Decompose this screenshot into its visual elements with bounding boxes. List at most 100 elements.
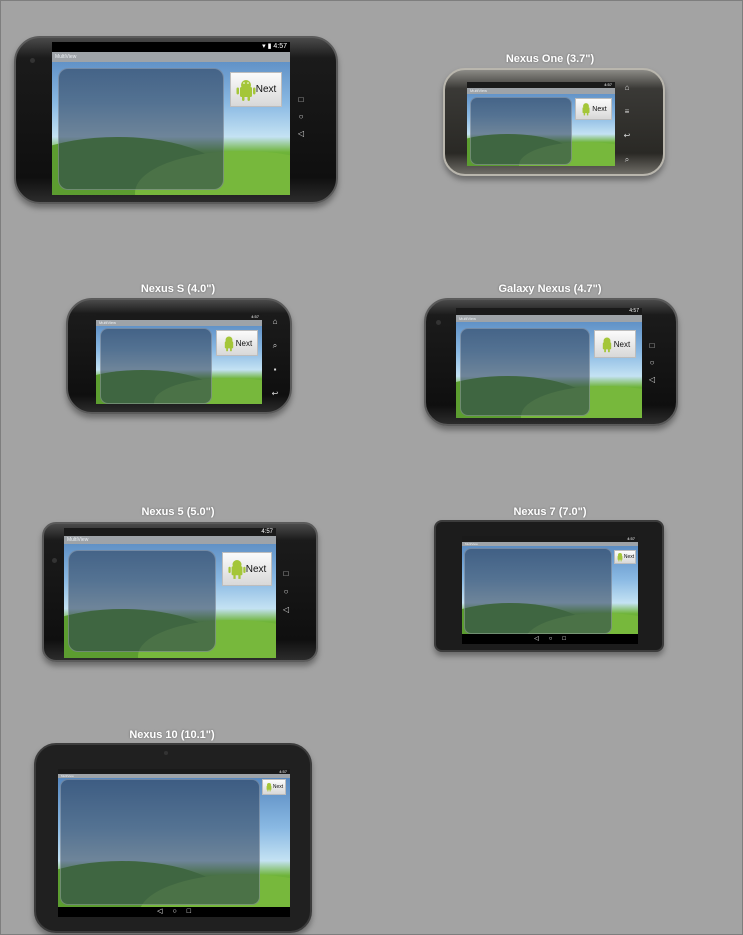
android-robot-icon xyxy=(224,336,233,351)
nav-buttons: □ ○ ◁ xyxy=(280,570,292,614)
device-nexus-one: 4:57 MultiView Next ⌂ ≡ ↩ ⌕ xyxy=(443,68,665,176)
device-label-nexus-10: Nexus 10 (10.1") xyxy=(129,729,215,741)
device-galaxy-nexus: 4:57 MultiView Next □ ○ ◁ xyxy=(424,298,678,426)
app-title: MultiView xyxy=(99,320,117,325)
next-button-label: Next xyxy=(613,339,631,349)
next-button[interactable]: Next xyxy=(575,98,612,120)
app-title: MultiView xyxy=(470,88,488,93)
content-panel xyxy=(470,97,572,165)
content-panel xyxy=(460,328,590,416)
back-icon[interactable]: ◁ xyxy=(534,635,539,643)
device-label-nexus-7: Nexus 7 (7.0") xyxy=(513,506,587,518)
action-bar: MultiView xyxy=(462,542,638,546)
device-nexus-5: 4:57 MultiView Next □ ○ ◁ xyxy=(42,522,318,662)
back-icon[interactable]: ◁ xyxy=(157,908,162,916)
back-icon[interactable]: ◁ xyxy=(298,130,304,138)
device-nexus-10: 4:57 MultiView Next ◁ ○ □ xyxy=(34,743,312,933)
device-screen: 4:57 MultiView Next xyxy=(64,528,276,658)
home-icon[interactable]: ○ xyxy=(650,359,655,367)
app-title: MultiView xyxy=(61,774,74,778)
android-robot-icon xyxy=(617,553,623,562)
status-time: 4:57 xyxy=(604,82,612,87)
recents-icon[interactable]: □ xyxy=(299,96,304,104)
device-screen: 4:57 MultiView Next xyxy=(456,308,642,418)
front-camera xyxy=(30,58,35,63)
action-bar: MultiView xyxy=(467,88,615,94)
next-button-label: Next xyxy=(272,784,284,790)
next-button-label: Next xyxy=(235,338,253,348)
recents-icon[interactable]: □ xyxy=(284,570,289,578)
action-bar: MultiView xyxy=(52,52,290,62)
device-screen: 4:57 MultiView Next xyxy=(96,314,262,404)
nav-buttons: ⌂ ⌕ ▪ ↩ xyxy=(269,318,281,398)
battery-icon: ▮ xyxy=(267,43,272,50)
back-icon[interactable]: ◁ xyxy=(283,606,289,614)
nav-buttons: ⌂ ≡ ↩ ⌕ xyxy=(621,84,633,164)
action-bar: MultiView xyxy=(456,315,642,322)
next-button[interactable]: Next xyxy=(262,779,286,795)
next-button-label: Next xyxy=(245,563,267,575)
menu-icon[interactable]: ≡ xyxy=(625,108,630,116)
front-camera xyxy=(164,751,168,755)
device-screen: 4:57 MultiView Next xyxy=(467,82,615,166)
device-screen: 4:57 MultiView Next ◁ ○ □ xyxy=(58,769,290,917)
search-icon[interactable]: ⌕ xyxy=(625,156,629,164)
next-button[interactable]: Next xyxy=(216,330,258,356)
home-icon[interactable]: ○ xyxy=(172,908,176,916)
next-button-label: Next xyxy=(623,554,635,560)
android-robot-icon xyxy=(582,103,590,116)
back-icon[interactable]: ↩ xyxy=(272,390,279,398)
status-time: 4:57 xyxy=(261,529,273,535)
action-bar: MultiView xyxy=(96,320,262,326)
recents-icon[interactable]: □ xyxy=(187,908,191,916)
action-bar: MultiView xyxy=(64,536,276,544)
app-title: MultiView xyxy=(67,537,89,543)
nav-buttons: □ ○ ◁ xyxy=(294,96,308,138)
back-icon[interactable]: ↩ xyxy=(624,132,631,140)
wifi-icon: ▾ xyxy=(262,43,266,50)
device-screen: ▾ ▮ 4:57 MultiView Next xyxy=(52,42,290,195)
home-icon[interactable]: ⌂ xyxy=(273,318,278,326)
android-robot-icon xyxy=(228,560,246,579)
next-button[interactable]: Next xyxy=(222,552,272,586)
content-panel xyxy=(60,779,260,905)
app-title: MultiView xyxy=(465,542,478,546)
status-bar: ▾ ▮ 4:57 xyxy=(52,42,290,52)
device-nexus-7: 4:57 MultiView Next ◁ ○ □ xyxy=(434,520,664,652)
device-nexus-4: ▾ ▮ 4:57 MultiView Next □ ○ ◁ xyxy=(14,36,338,204)
recents-icon[interactable]: □ xyxy=(650,342,655,350)
home-icon[interactable]: ○ xyxy=(549,635,553,643)
recents-icon[interactable]: □ xyxy=(562,635,566,643)
content-panel xyxy=(58,68,224,190)
device-nexus-s: 4:57 MultiView Next ⌂ ⌕ ▪ ↩ xyxy=(66,298,292,414)
home-icon[interactable]: ○ xyxy=(284,588,289,596)
android-robot-icon xyxy=(266,783,272,792)
device-screen: 4:57 MultiView Next ◁ ○ □ xyxy=(462,536,638,644)
status-bar: 4:57 xyxy=(64,528,276,536)
app-title: MultiView xyxy=(55,54,77,60)
status-time: 4:57 xyxy=(627,536,635,541)
nav-buttons: ◁ ○ □ xyxy=(462,635,638,643)
device-label-nexus-s: Nexus S (4.0") xyxy=(140,283,216,295)
next-button[interactable]: Next xyxy=(230,72,282,107)
back-icon[interactable]: ◁ xyxy=(649,376,655,384)
next-button-label: Next xyxy=(592,105,607,113)
front-camera xyxy=(52,558,57,563)
next-button-label: Next xyxy=(255,84,277,95)
status-time: 4:57 xyxy=(273,43,287,50)
home-icon[interactable]: ○ xyxy=(299,113,304,121)
search-icon[interactable]: ⌕ xyxy=(273,342,277,350)
nav-buttons: ◁ ○ □ xyxy=(58,908,290,916)
android-robot-icon xyxy=(236,79,256,101)
device-label-galaxy-nexus: Galaxy Nexus (4.7") xyxy=(498,283,602,295)
home-icon[interactable]: ⌂ xyxy=(625,84,630,92)
status-time: 4:57 xyxy=(251,314,259,319)
menu-icon[interactable]: ▪ xyxy=(274,366,277,374)
content-panel xyxy=(100,328,212,404)
app-title: MultiView xyxy=(459,316,477,321)
content-panel xyxy=(464,548,612,634)
next-button[interactable]: Next xyxy=(614,550,636,564)
next-button[interactable]: Next xyxy=(594,330,636,358)
android-robot-icon xyxy=(602,337,611,352)
content-panel xyxy=(68,550,216,652)
